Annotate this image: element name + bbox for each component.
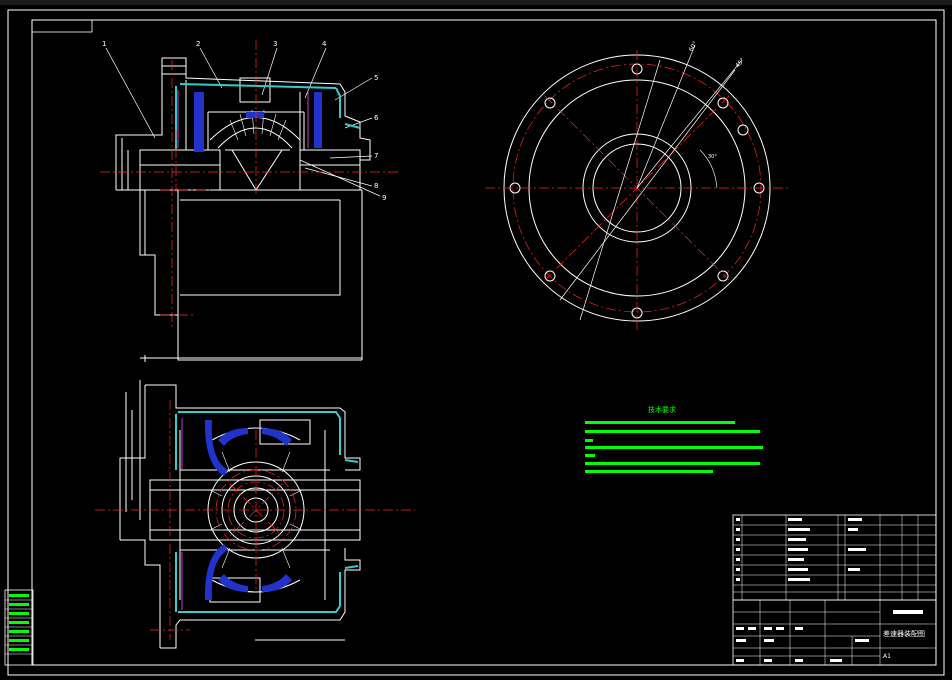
tech-requirements-heading: 技术要求 — [648, 405, 676, 414]
part-label-6: 6 — [374, 114, 379, 122]
part-label-1: 1 — [102, 40, 106, 48]
part-label-3: 3 — [273, 40, 277, 48]
section-view: 1 2 3 4 5 6 7 8 9 — [100, 40, 400, 362]
revision-block — [4, 589, 34, 666]
top-view — [95, 380, 415, 649]
part-label-4: 4 — [322, 40, 327, 48]
svg-text:60°: 60° — [688, 40, 699, 53]
section-blue-part-right — [314, 92, 322, 148]
part-label-9: 9 — [382, 194, 386, 202]
title-block: 差速器装配图 A1 — [732, 599, 937, 666]
flange-view: 60° 45° 30° — [485, 40, 790, 330]
top-blue-blade-lower — [204, 544, 228, 600]
part-label-2: 2 — [196, 40, 200, 48]
parts-list-table — [732, 514, 937, 601]
section-blue-part-left — [194, 92, 204, 152]
drawing-title: 差速器装配图 — [883, 629, 925, 638]
sheet-size: A1 — [883, 653, 891, 660]
cad-drawing-canvas: 1 2 3 4 5 6 7 8 9 60° 45° 30° 技术要求 差速器装配… — [0, 0, 952, 680]
part-label-5: 5 — [374, 74, 378, 82]
part-label-7: 7 — [374, 152, 378, 160]
svg-text:30°: 30° — [708, 154, 717, 160]
top-blue-blade-upper — [204, 420, 228, 476]
corner-block — [31, 19, 93, 33]
part-label-8: 8 — [374, 182, 378, 190]
svg-text:45°: 45° — [734, 57, 746, 70]
tech-requirements: 技术要求 — [585, 405, 763, 473]
